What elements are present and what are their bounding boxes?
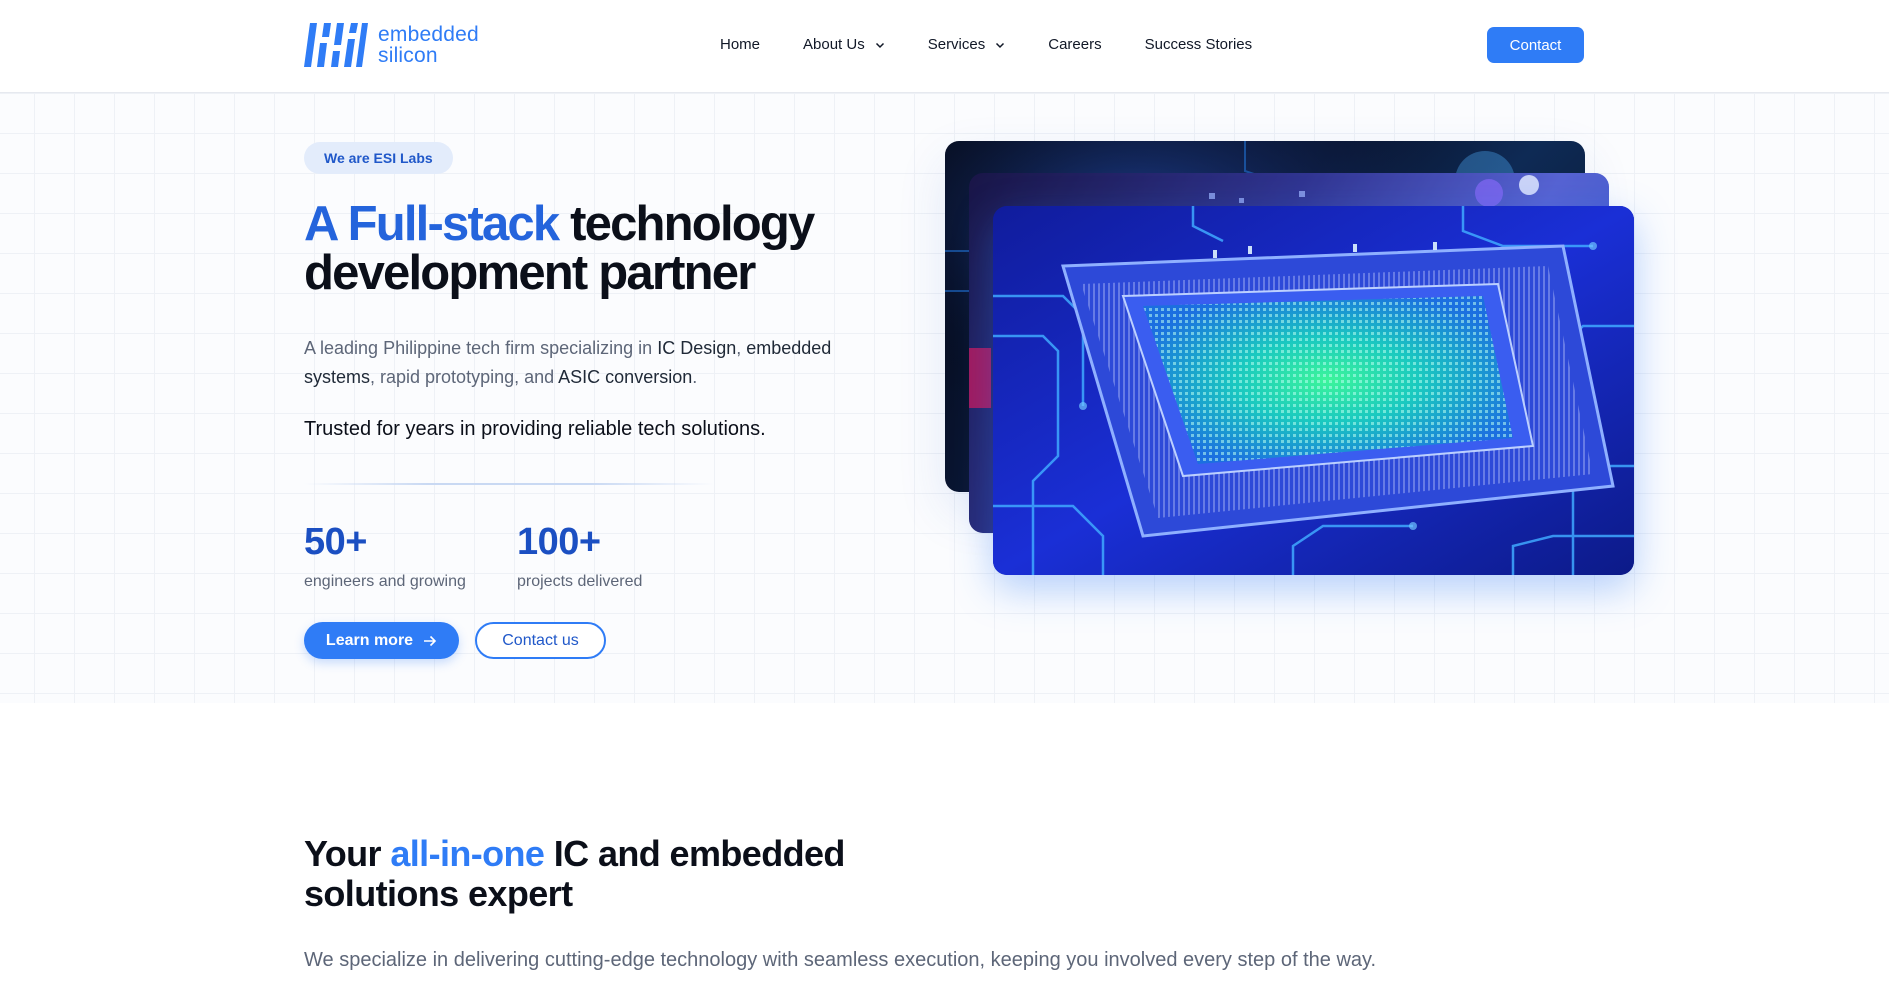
brand-wordmark: embedded silicon bbox=[378, 24, 479, 66]
brand-logo[interactable]: embedded silicon bbox=[304, 23, 479, 67]
nav-item-label: Services bbox=[927, 36, 986, 53]
nav-item-label: Success Stories bbox=[1144, 36, 1253, 53]
site-header: embedded silicon Home About Us Services … bbox=[0, 0, 1889, 93]
lead-text: . bbox=[692, 367, 698, 387]
hero-image-front bbox=[993, 206, 1634, 575]
nav-item-services[interactable]: Services bbox=[928, 36, 1006, 53]
section2-title: Your all-in-one IC and embedded solution… bbox=[304, 834, 944, 914]
main-nav: Home About Us Services Careers Success S… bbox=[720, 36, 1252, 53]
lead-text: , rapid prototyping, and bbox=[370, 367, 559, 387]
stat-label: engineers and growing bbox=[304, 573, 466, 590]
brand-name-line2: silicon bbox=[378, 44, 438, 67]
contact-us-button[interactable]: Contact us bbox=[475, 622, 606, 659]
lead-highlight-asic-conversion: ASIC conversion bbox=[558, 367, 693, 387]
nav-item-about-us[interactable]: About Us bbox=[803, 36, 885, 53]
learn-more-button[interactable]: Learn more bbox=[304, 622, 459, 659]
stat-engineers: 50+ engineers and growing bbox=[304, 521, 466, 591]
lead-highlight-ic-design: IC Design bbox=[657, 338, 737, 358]
hero-trusted-line: Trusted for years in providing reliable … bbox=[304, 418, 766, 440]
processor-chip-image bbox=[993, 206, 1634, 575]
nav-item-label: Careers bbox=[1048, 36, 1102, 53]
learn-more-label: Learn more bbox=[325, 631, 414, 649]
lead-text: A leading Philippine tech firm specializ… bbox=[304, 338, 658, 358]
stat-value: 100+ bbox=[517, 521, 601, 563]
chevron-down-icon bbox=[875, 42, 884, 48]
lead-text: , bbox=[736, 338, 747, 358]
nav-item-label: About Us bbox=[803, 36, 865, 53]
hero-lead: A leading Philippine tech firm specializ… bbox=[304, 334, 864, 392]
section2-title-pre: Your bbox=[304, 833, 391, 874]
nav-item-success-stories[interactable]: Success Stories bbox=[1145, 36, 1253, 53]
stat-value: 50+ bbox=[304, 521, 367, 563]
section2-title-accent: all-in-one bbox=[390, 833, 545, 874]
nav-item-label: Home bbox=[720, 36, 761, 53]
section2-text: We specialize in delivering cutting-edge… bbox=[304, 949, 1377, 971]
nav-item-careers[interactable]: Careers bbox=[1048, 36, 1101, 53]
contact-button[interactable]: Contact bbox=[1487, 27, 1584, 63]
stat-label: projects delivered bbox=[517, 573, 643, 590]
logo-mark-icon bbox=[304, 23, 368, 67]
hero-title: A Full-stack technology development part… bbox=[304, 200, 904, 298]
stat-projects: 100+ projects delivered bbox=[517, 521, 642, 591]
hero-title-accent: A Full-stack bbox=[304, 197, 560, 251]
arrow-right-icon bbox=[424, 635, 437, 646]
brand-name-line1: embedded bbox=[378, 23, 479, 46]
nav-item-home[interactable]: Home bbox=[720, 36, 760, 53]
hero-divider bbox=[304, 483, 714, 485]
hero-badge: We are ESI Labs bbox=[304, 142, 453, 174]
chevron-down-icon bbox=[996, 42, 1005, 48]
